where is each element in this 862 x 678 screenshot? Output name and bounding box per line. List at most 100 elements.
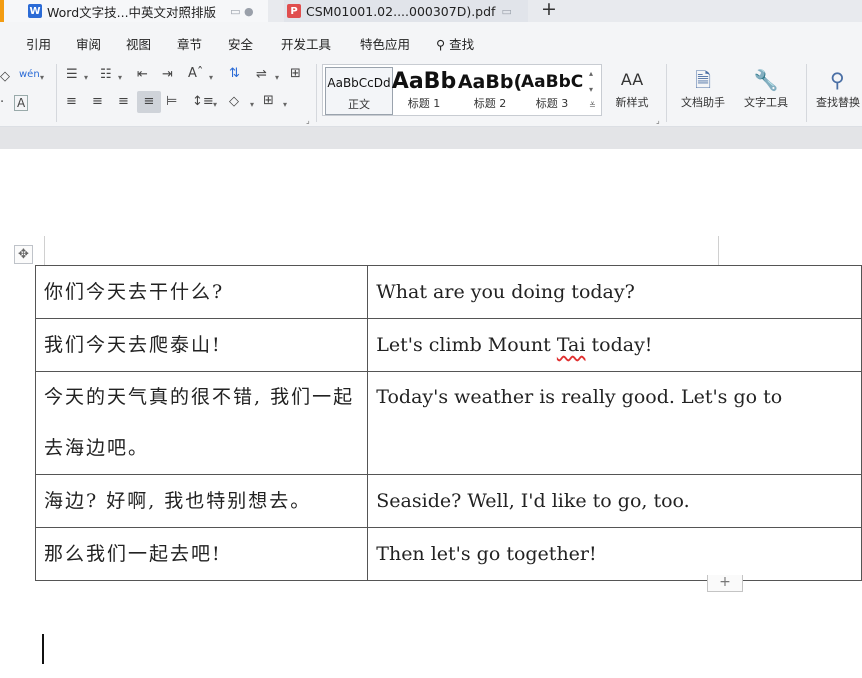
new-tab-button[interactable]: + bbox=[541, 0, 557, 20]
page-margin-marks bbox=[44, 236, 719, 266]
chevron-down-icon[interactable]: ▾ bbox=[209, 71, 213, 85]
chevron-down-icon[interactable]: ▾ bbox=[40, 71, 44, 85]
table-row: 那么我们一起去吧! Then let's go together! bbox=[34, 527, 862, 581]
cell-text: Let's climb Mount bbox=[376, 334, 557, 356]
english-cell[interactable]: Then let's go together! bbox=[367, 527, 862, 581]
borders-icon[interactable]: ⊞ bbox=[263, 94, 274, 108]
line-break-icon[interactable]: ⇌ bbox=[256, 68, 267, 82]
chinese-cell[interactable]: 海边? 好啊, 我也特别想去。 bbox=[34, 474, 369, 528]
monitor-icon: ▭ bbox=[501, 4, 512, 18]
gallery-down-icon[interactable]: ▾ bbox=[589, 83, 593, 97]
table-row: 今天的天气真的很不错, 我们一起去海边吧。 Today's weather is… bbox=[34, 371, 862, 475]
menu-features[interactable]: 特色应用 bbox=[360, 34, 410, 53]
menu-view[interactable]: 视图 bbox=[126, 34, 151, 53]
table-border-icon[interactable]: ⊞ bbox=[290, 67, 301, 81]
tab-word-document[interactable]: W Word文字技...中英文对照排版 ▭ ● bbox=[0, 0, 268, 22]
spellcheck-word: Tai bbox=[556, 334, 586, 356]
new-style-label: 新样式 bbox=[615, 96, 649, 109]
gallery-up-icon[interactable]: ▴ bbox=[589, 67, 593, 81]
fill-color-icon[interactable]: ◇ bbox=[229, 95, 239, 109]
monitor-icon: ▭ ● bbox=[230, 4, 254, 18]
menu-review[interactable]: 审阅 bbox=[76, 34, 101, 53]
style-heading-2[interactable]: AaBb( 标题 2 bbox=[457, 67, 523, 113]
chinese-cell[interactable]: 我们今天去爬泰山! bbox=[34, 318, 369, 372]
cell-text: today! bbox=[585, 334, 653, 356]
menu-security[interactable]: 安全 bbox=[228, 34, 253, 53]
search-icon: ⚲ bbox=[436, 37, 446, 52]
table-row: 海边? 好啊, 我也特别想去。 Seaside? Well, I'd like … bbox=[34, 474, 862, 528]
document-assistant-button[interactable]: 🗎 文档助手 bbox=[676, 66, 730, 110]
bullet-list-icon[interactable]: ☰ bbox=[66, 68, 78, 82]
new-style-button[interactable]: AA 新样式 bbox=[606, 66, 658, 110]
align-left-icon[interactable]: ≡ bbox=[66, 95, 77, 109]
style-label: 标题 3 bbox=[535, 97, 569, 110]
chevron-down-icon[interactable]: ▾ bbox=[250, 98, 254, 112]
chevron-down-icon[interactable]: ▾ bbox=[283, 98, 287, 112]
style-preview: AaBbCcDd bbox=[327, 76, 391, 90]
line-spacing-icon[interactable]: ↕≡ bbox=[192, 95, 214, 109]
style-heading-1[interactable]: AaBb 标题 1 bbox=[391, 67, 457, 113]
ribbon-toolbar: ◇ wén ▾ · A ☰ ▾ ☷ ▾ ⇤ ⇥ Aˆ ▾ ⇅ ⇌ ▾ ⊞ ≡ ≡… bbox=[0, 62, 862, 127]
divider bbox=[316, 64, 317, 122]
search-icon: ⚲ bbox=[830, 68, 845, 92]
tab-pdf-document[interactable]: P CSM01001.02....000307D).pdf ▭ bbox=[284, 0, 528, 22]
menu-search-label: 查找 bbox=[449, 37, 475, 52]
english-cell[interactable]: Today's weather is really good. Let's go… bbox=[367, 371, 862, 475]
sort-icon[interactable]: ⇅ bbox=[229, 67, 240, 81]
chevron-down-icon[interactable]: ▾ bbox=[213, 98, 217, 112]
align-center-icon[interactable]: ≡ bbox=[92, 95, 103, 109]
english-cell[interactable]: Seaside? Well, I'd like to go, too. bbox=[367, 474, 862, 528]
style-label: 标题 1 bbox=[407, 97, 441, 110]
document-assistant-icon: 🗎 bbox=[694, 68, 712, 92]
increase-indent-icon[interactable]: ⇥ bbox=[162, 68, 173, 82]
style-label: 标题 2 bbox=[473, 97, 507, 110]
pdf-icon: P bbox=[287, 4, 301, 18]
dialog-launcher-icon[interactable]: ⌟ bbox=[306, 114, 310, 128]
tool-label: 文字工具 bbox=[744, 96, 788, 109]
menu-references[interactable]: 引用 bbox=[26, 34, 51, 53]
style-preview: AaBb bbox=[391, 69, 457, 94]
divider bbox=[56, 64, 57, 122]
align-right-icon[interactable]: ≡ bbox=[118, 95, 129, 109]
chevron-down-icon[interactable]: ▾ bbox=[118, 71, 122, 85]
style-heading-3[interactable]: AaBbC 标题 3 bbox=[521, 67, 583, 113]
divider bbox=[806, 64, 807, 122]
chinese-cell[interactable]: 你们今天去干什么? bbox=[34, 265, 369, 319]
menu-search[interactable]: ⚲ 查找 bbox=[436, 34, 474, 53]
gallery-expand-icon[interactable]: ≚ bbox=[589, 99, 596, 113]
font-size-icon[interactable]: Aˆ bbox=[188, 67, 203, 81]
clear-format-icon[interactable]: ◇ bbox=[0, 70, 10, 84]
style-normal[interactable]: AaBbCcDd 正文 bbox=[325, 67, 393, 115]
chinese-cell[interactable]: 那么我们一起去吧! bbox=[34, 527, 369, 581]
chevron-down-icon[interactable]: ▾ bbox=[275, 71, 279, 85]
table-row: 你们今天去干什么? What are you doing today? bbox=[34, 265, 862, 319]
chevron-down-icon[interactable]: ▾ bbox=[84, 71, 88, 85]
chinese-cell[interactable]: 今天的天气真的很不错, 我们一起去海边吧。 bbox=[34, 371, 369, 475]
tool-label: 文档助手 bbox=[681, 96, 725, 109]
justify-icon[interactable]: ≡ bbox=[137, 91, 161, 113]
add-row-button[interactable]: + bbox=[707, 575, 743, 592]
text-tools-button[interactable]: 🔧 文字工具 bbox=[736, 66, 796, 110]
translation-table: 你们今天去干什么? What are you doing today? 我们今天… bbox=[34, 265, 862, 581]
divider bbox=[666, 64, 667, 122]
menu-chapter[interactable]: 章节 bbox=[177, 34, 202, 53]
text-cursor bbox=[42, 634, 44, 664]
find-replace-button[interactable]: ⚲ 查找替换 bbox=[816, 66, 862, 110]
tab-title: Word文字技...中英文对照排版 bbox=[47, 4, 217, 20]
table-move-handle[interactable]: ✥ bbox=[14, 245, 33, 264]
char-shading-button[interactable]: A bbox=[14, 95, 29, 111]
wrench-icon: 🔧 bbox=[753, 68, 779, 92]
pinyin-guide-button[interactable]: wén bbox=[19, 68, 40, 82]
dialog-launcher-icon[interactable]: ⌟ bbox=[656, 114, 660, 128]
decrease-indent-icon[interactable]: ⇤ bbox=[137, 68, 148, 82]
menu-bar: 引用 审阅 视图 章节 安全 开发工具 特色应用 ⚲ 查找 bbox=[0, 22, 862, 62]
style-gallery: AaBbCcDd 正文 AaBb 标题 1 AaBb( 标题 2 AaBbC 标… bbox=[322, 64, 602, 116]
numbered-list-icon[interactable]: ☷ bbox=[100, 68, 112, 82]
tool-label: 查找替换 bbox=[816, 96, 860, 109]
english-cell[interactable]: What are you doing today? bbox=[367, 265, 862, 319]
menu-developer[interactable]: 开发工具 bbox=[281, 34, 331, 53]
style-label: 正文 bbox=[348, 98, 370, 111]
workspace-gap bbox=[0, 127, 862, 149]
english-cell[interactable]: Let's climb Mount Tai today! bbox=[367, 318, 862, 372]
distribute-icon[interactable]: ⊨ bbox=[166, 95, 177, 109]
